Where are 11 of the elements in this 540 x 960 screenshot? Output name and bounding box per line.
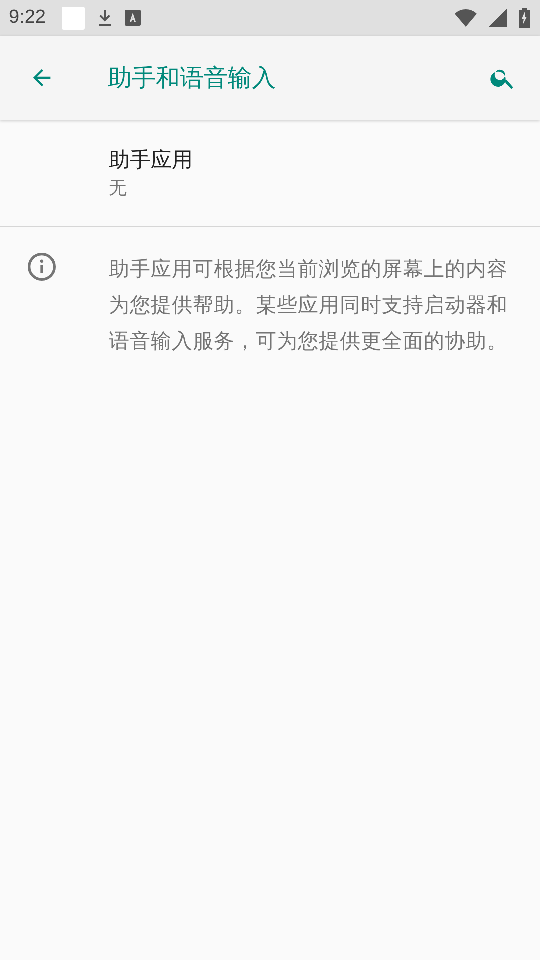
app-bar-title: 助手和语音输入 (108, 63, 277, 94)
info-icon (26, 251, 58, 283)
app-notification-icon (124, 10, 141, 26)
status-time: 9:22 (9, 7, 46, 29)
battery-charging-icon (519, 8, 530, 28)
wifi-icon (455, 9, 477, 27)
footer-description: 助手应用可根据您当前浏览的屏幕上的内容为您提供帮助。某些应用同时支持启动器和语音输入服务，可为您提供更全面的协助。 (109, 256, 509, 355)
download-icon (96, 9, 113, 27)
signal-icon (489, 9, 507, 27)
notification-icon (62, 6, 85, 30)
preference-item[interactable]: 助手应用 无 (0, 120, 540, 227)
